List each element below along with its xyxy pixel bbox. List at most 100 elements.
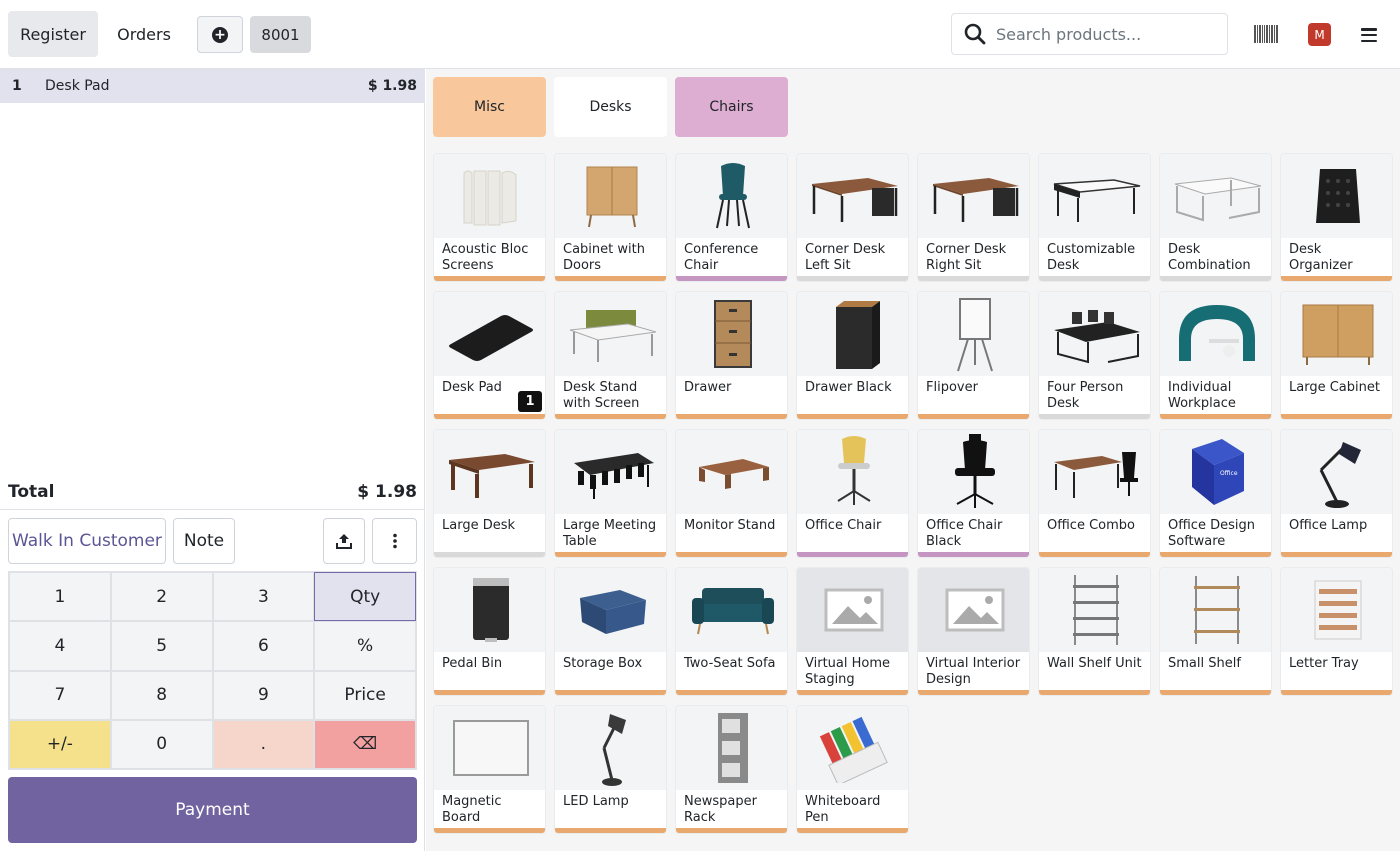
numpad-backspace[interactable]: ⌫ xyxy=(314,719,416,769)
category-color-bar xyxy=(555,552,666,557)
product-card[interactable]: Desk Organizer xyxy=(1280,153,1393,282)
product-card[interactable]: Desk Pad 1 xyxy=(433,291,546,420)
payment-button[interactable]: Payment xyxy=(8,777,417,843)
category-color-bar xyxy=(1039,552,1150,557)
numpad-discount-mode[interactable]: % xyxy=(314,621,416,671)
category-chairs[interactable]: Chairs xyxy=(675,77,788,137)
product-card[interactable]: Corner Desk Right Sit xyxy=(917,153,1030,282)
product-card[interactable]: Office Lamp xyxy=(1280,429,1393,558)
product-card[interactable]: Pedal Bin xyxy=(433,567,546,696)
user-avatar[interactable]: M xyxy=(1308,23,1331,46)
plus-circle-icon: + xyxy=(212,26,228,43)
numpad-key-4[interactable]: 4 xyxy=(9,621,111,671)
rack-icon xyxy=(676,706,787,790)
product-card[interactable]: Acoustic Bloc Screens xyxy=(433,153,546,282)
order-line[interactable]: 1 Desk Pad $ 1.98 xyxy=(0,69,425,103)
note-button[interactable]: Note xyxy=(173,518,235,564)
desk-icon xyxy=(555,292,666,376)
product-name: Flipover xyxy=(926,380,978,395)
product-card[interactable]: Monitor Stand xyxy=(675,429,788,558)
current-order-tab[interactable]: 8001 xyxy=(250,16,311,53)
numpad-key-6[interactable]: 6 xyxy=(212,621,315,671)
lamp-icon xyxy=(555,706,666,790)
product-card[interactable]: Conference Chair xyxy=(675,153,788,282)
orders-tab[interactable]: Orders xyxy=(106,11,182,57)
category-color-bar xyxy=(434,690,545,695)
numpad-key-3[interactable]: 3 xyxy=(212,572,315,622)
product-card[interactable]: Flipover xyxy=(917,291,1030,420)
category-color-bar xyxy=(434,828,545,833)
category-desks[interactable]: Desks xyxy=(554,77,667,137)
flipchart-icon xyxy=(918,292,1029,376)
menu-icon[interactable] xyxy=(1361,28,1377,42)
table-icon xyxy=(555,430,666,514)
tray-icon xyxy=(1281,568,1392,652)
numpad-sign-toggle[interactable]: +/- xyxy=(9,719,111,769)
numpad-qty-mode[interactable]: Qty xyxy=(314,572,416,622)
product-card[interactable]: Whiteboard Pen xyxy=(796,705,909,834)
product-name: Virtual Home Staging xyxy=(805,656,891,687)
numpad-key-2[interactable]: 2 xyxy=(110,572,213,622)
register-tab[interactable]: Register xyxy=(8,11,98,57)
chair-icon xyxy=(918,430,1029,514)
product-card[interactable]: Drawer xyxy=(675,291,788,420)
product-card[interactable]: LED Lamp xyxy=(554,705,667,834)
product-card[interactable]: Cabinet with Doors xyxy=(554,153,667,282)
product-card[interactable]: Virtual Interior Design xyxy=(917,567,1030,696)
numpad-decimal[interactable]: . xyxy=(212,719,315,769)
category-color-bar xyxy=(1281,276,1392,281)
product-card[interactable]: Four Person Desk xyxy=(1038,291,1151,420)
product-card[interactable]: Office Combo xyxy=(1038,429,1151,558)
product-card[interactable]: Large Cabinet xyxy=(1280,291,1393,420)
numpad-key-7[interactable]: 7 xyxy=(9,670,111,720)
product-card[interactable]: Drawer Black xyxy=(796,291,909,420)
drawer-icon xyxy=(797,292,908,376)
product-card[interactable]: Desk Stand with Screen xyxy=(554,291,667,420)
product-card[interactable]: Corner Desk Left Sit xyxy=(796,153,909,282)
product-name: Corner Desk Left Sit xyxy=(805,242,886,273)
category-misc[interactable]: Misc xyxy=(433,77,546,137)
product-name: Virtual Interior Design xyxy=(926,656,1021,687)
export-button[interactable] xyxy=(323,518,365,564)
product-card[interactable]: Individual Workplace xyxy=(1159,291,1272,420)
category-color-bar xyxy=(555,414,666,419)
divider xyxy=(0,509,425,510)
product-card[interactable]: Customizable Desk xyxy=(1038,153,1151,282)
numpad-key-0[interactable]: 0 xyxy=(110,719,213,769)
product-card[interactable]: Newspaper Rack xyxy=(675,705,788,834)
product-card[interactable]: Virtual Home Staging xyxy=(796,567,909,696)
numpad-key-5[interactable]: 5 xyxy=(110,621,213,671)
barcode-icon[interactable] xyxy=(1254,25,1278,43)
search-input[interactable] xyxy=(996,24,1216,44)
product-search[interactable] xyxy=(951,13,1228,55)
more-options-button[interactable] xyxy=(372,518,417,564)
product-card[interactable]: Small Shelf xyxy=(1159,567,1272,696)
numpad-price-mode[interactable]: Price xyxy=(314,670,416,720)
product-card[interactable]: Magnetic Board xyxy=(433,705,546,834)
category-color-bar xyxy=(1039,276,1150,281)
category-color-bar xyxy=(918,690,1029,695)
new-order-button[interactable]: + xyxy=(197,16,243,53)
product-name: Storage Box xyxy=(563,656,643,671)
product-card[interactable]: Large Meeting Table xyxy=(554,429,667,558)
customer-button[interactable]: Walk In Customer xyxy=(8,518,166,564)
numpad-key-8[interactable]: 8 xyxy=(110,670,213,720)
product-card[interactable]: Desk Combination xyxy=(1159,153,1272,282)
category-color-bar xyxy=(676,552,787,557)
product-name: Monitor Stand xyxy=(684,518,776,533)
product-card[interactable]: Office Chair xyxy=(796,429,909,558)
product-card[interactable]: Wall Shelf Unit xyxy=(1038,567,1151,696)
product-card[interactable]: Large Desk xyxy=(433,429,546,558)
product-name: Individual Workplace xyxy=(1168,380,1236,411)
cart-qty-badge: 1 xyxy=(518,391,542,412)
numpad-key-1[interactable]: 1 xyxy=(9,572,111,622)
product-card[interactable]: Office Office Design Software xyxy=(1159,429,1272,558)
product-card[interactable]: Two-Seat Sofa xyxy=(675,567,788,696)
product-card[interactable]: Letter Tray xyxy=(1280,567,1393,696)
desk-icon xyxy=(918,154,1029,238)
product-card[interactable]: Storage Box xyxy=(554,567,667,696)
product-card[interactable]: Office Chair Black xyxy=(917,429,1030,558)
product-name: Four Person Desk xyxy=(1047,380,1124,411)
category-color-bar xyxy=(918,552,1029,557)
numpad-key-9[interactable]: 9 xyxy=(212,670,315,720)
